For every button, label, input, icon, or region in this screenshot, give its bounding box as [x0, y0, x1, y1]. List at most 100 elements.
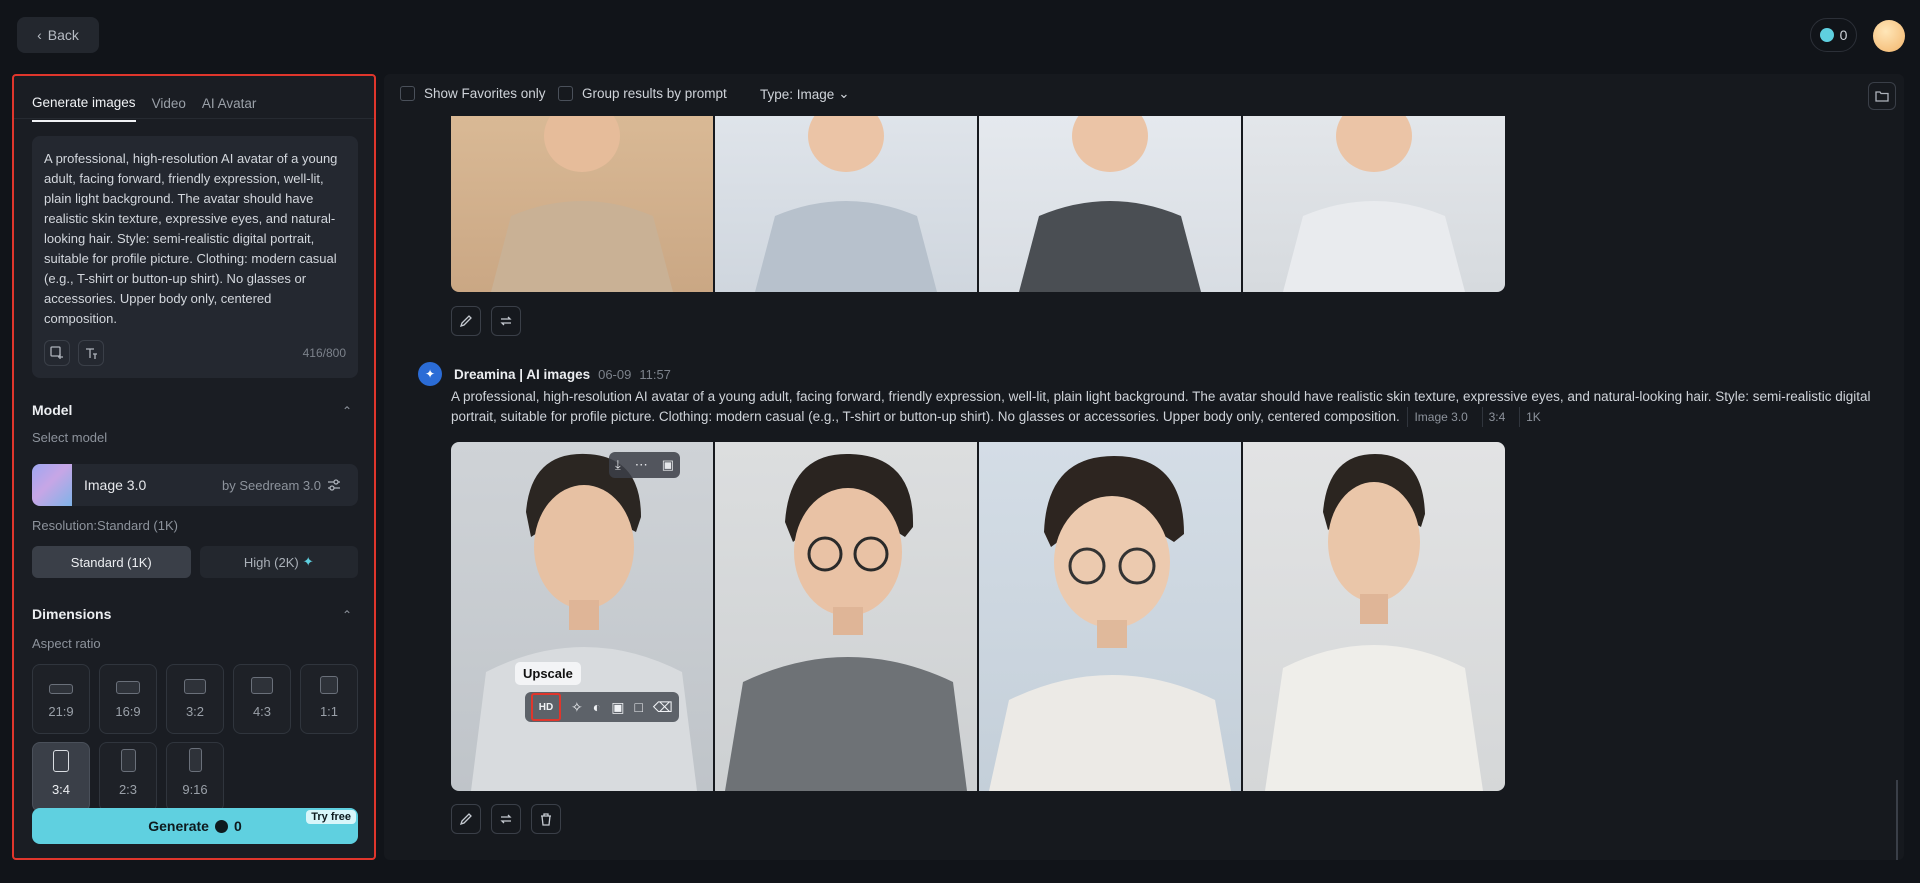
sparkle-icon: ✦ [302, 554, 314, 569]
generate-label: Generate [148, 818, 209, 834]
generation-panel: Generate images Video AI Avatar A profes… [12, 74, 376, 860]
aspect-shape [251, 677, 273, 694]
post-header: ✦ Dreamina | AI images 06-09 11:57 [418, 362, 671, 386]
tag-ratio: 3:4 [1481, 407, 1512, 427]
aspect-9-16[interactable]: 9:16 [166, 742, 224, 812]
select-model-label: Select model [32, 430, 108, 445]
generated-image[interactable] [451, 116, 713, 292]
credits-badge[interactable]: 0 [1810, 18, 1857, 52]
aspect-3-2[interactable]: 3:2 [166, 664, 224, 734]
model-selector[interactable]: Image 3.0 by Seedream 3.0 [32, 464, 358, 506]
hd-label: HD [538, 701, 554, 713]
credits-count: 0 [1839, 27, 1848, 43]
favorites-checkbox[interactable] [400, 86, 415, 101]
generated-image[interactable] [1243, 442, 1505, 791]
sliders-icon[interactable] [326, 477, 342, 496]
back-label: Back [47, 27, 79, 43]
edit-icon[interactable] [451, 804, 481, 834]
generated-image[interactable] [715, 442, 977, 791]
generated-image[interactable] [1243, 116, 1505, 292]
post-time: 11:57 [639, 366, 671, 382]
tabs-divider [14, 118, 374, 119]
prompt-input[interactable]: A professional, high-resolution AI avata… [32, 136, 358, 378]
tab-generate-images[interactable]: Generate images [32, 85, 136, 122]
image-row-1 [451, 116, 1505, 292]
aspect-2-3[interactable]: 2:3 [99, 742, 157, 812]
chevron-up-icon[interactable]: ⌃ [342, 608, 352, 622]
aspect-21-9[interactable]: 21:9 [32, 664, 90, 734]
aspect-16-9[interactable]: 16:9 [99, 664, 157, 734]
download-icon[interactable]: ⤓ [615, 457, 621, 473]
model-name: Image 3.0 [84, 477, 147, 493]
aspect-label: 2:3 [118, 782, 138, 797]
aspect-ratio-label: Aspect ratio [32, 636, 101, 651]
credit-icon [214, 819, 228, 833]
generated-image[interactable] [715, 116, 977, 292]
generated-image[interactable] [979, 116, 1241, 292]
chevron-down-icon: ⌄ [838, 86, 850, 101]
aspect-label: 9:16 [182, 782, 208, 797]
generated-image[interactable]: ⤓ ⋯ ▣ Upscale HD ✧ ◐ ▣ □ ⌫ [451, 442, 713, 791]
more-icon[interactable]: ⋯ [635, 457, 648, 473]
aspect-label: 3:2 [185, 704, 205, 719]
expand-icon[interactable]: ▣ [611, 699, 624, 716]
filter-bar: Show Favorites only Group results by pro… [384, 74, 1904, 116]
post-prompt: A professional, high-resolution AI avata… [451, 387, 1871, 427]
bookmark-icon[interactable]: ▣ [662, 457, 674, 473]
aspect-1-1[interactable]: 1:1 [300, 664, 358, 734]
aspect-shape [184, 679, 206, 694]
resolution-high-button[interactable]: High (2K) ✦ [199, 546, 358, 578]
model-thumbnail [32, 464, 72, 506]
user-avatar[interactable] [1873, 20, 1905, 52]
inpaint-icon[interactable]: ◐ [593, 699, 601, 715]
generate-button[interactable]: Generate 0 Try free [32, 808, 358, 844]
scrollbar[interactable] [1896, 780, 1898, 860]
resolution-label: Resolution:Standard (1K) [32, 518, 178, 533]
mode-tabs: Generate images Video AI Avatar [32, 85, 257, 122]
chevron-up-icon[interactable]: ⌃ [342, 404, 352, 418]
post-prompt-text: A professional, high-resolution AI avata… [451, 389, 1871, 424]
image-actions-2 [451, 804, 561, 834]
aspect-label: 3:4 [51, 782, 71, 797]
image-actions-1 [451, 306, 521, 336]
post-author: Dreamina | AI images [454, 366, 591, 382]
resolution-standard-label: Standard (1K) [70, 554, 152, 570]
group-checkbox[interactable] [558, 86, 573, 101]
aspect-4-3[interactable]: 4:3 [233, 664, 291, 734]
results-area: Show Favorites only Group results by pro… [384, 74, 1904, 860]
eraser-icon[interactable]: ⌫ [653, 699, 673, 716]
crop-icon[interactable]: □ [634, 699, 642, 715]
image-reference-icon[interactable] [44, 340, 70, 366]
tab-video[interactable]: Video [152, 86, 186, 121]
credit-icon [1819, 28, 1834, 42]
trash-icon[interactable] [531, 804, 561, 834]
favorites-filter[interactable]: Show Favorites only [400, 86, 546, 101]
favorites-label: Show Favorites only [424, 86, 546, 101]
type-dropdown[interactable]: Type: Image ⌄ [760, 86, 850, 102]
aspect-shape [320, 676, 338, 694]
post-date: 06-09 [598, 366, 632, 382]
type-label: Type: Image [760, 86, 835, 102]
aspect-label: 1:1 [319, 704, 339, 719]
upscale-hd-button[interactable]: HD [531, 693, 561, 721]
regenerate-icon[interactable] [491, 306, 521, 336]
magic-wand-icon[interactable]: ✧ [571, 699, 583, 716]
folder-icon[interactable] [1868, 82, 1896, 110]
image-hover-toolbar: ⤓ ⋯ ▣ [609, 452, 681, 478]
tab-ai-avatar[interactable]: AI Avatar [202, 86, 257, 121]
generated-image[interactable] [979, 442, 1241, 791]
tag-resolution: 1K [1519, 407, 1547, 427]
group-filter[interactable]: Group results by prompt [558, 86, 727, 101]
aspect-3-4[interactable]: 3:4 [32, 742, 90, 812]
upscale-tooltip: Upscale [515, 662, 581, 685]
resolution-standard-button[interactable]: Standard (1K) [32, 546, 191, 578]
prompt-text[interactable]: A professional, high-resolution AI avata… [44, 149, 340, 329]
back-button[interactable]: ‹ Back [17, 17, 99, 53]
aspect-shape [120, 749, 136, 772]
image-row-2: ⤓ ⋯ ▣ Upscale HD ✧ ◐ ▣ □ ⌫ [451, 442, 1505, 791]
dreamina-logo-icon: ✦ [418, 362, 442, 386]
regenerate-icon[interactable] [491, 804, 521, 834]
model-provider: by Seedream 3.0 [222, 478, 322, 493]
text-format-icon[interactable] [78, 340, 104, 366]
edit-icon[interactable] [451, 306, 481, 336]
